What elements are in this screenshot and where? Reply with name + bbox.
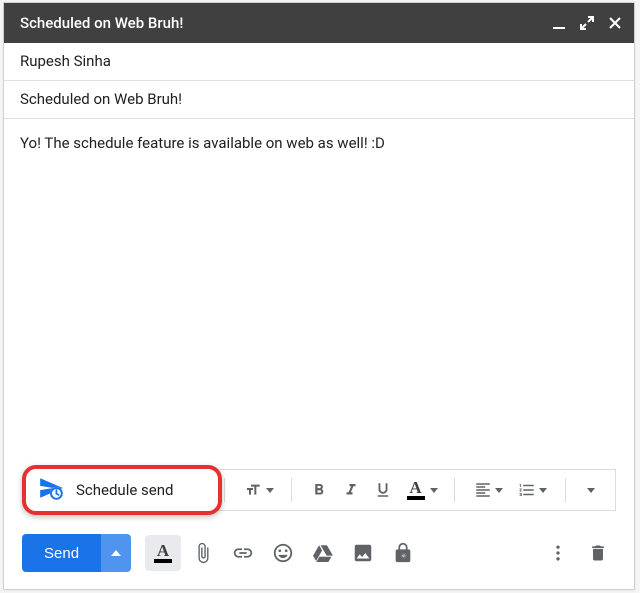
schedule-send-menu-item[interactable]: Schedule send <box>22 465 222 515</box>
send-options-button[interactable] <box>101 534 131 572</box>
more-formatting-dropdown[interactable] <box>574 475 604 505</box>
align-dropdown[interactable] <box>467 475 509 505</box>
send-button-group: Send <box>22 534 131 572</box>
insert-emoji-button[interactable] <box>265 535 301 571</box>
compose-header: Scheduled on Web Bruh! <box>4 3 634 43</box>
text-color-dropdown[interactable]: A <box>400 475 442 505</box>
window-controls <box>552 16 622 30</box>
formatting-options-button[interactable]: A <box>145 535 181 571</box>
insert-link-button[interactable] <box>225 535 261 571</box>
confidential-mode-button[interactable] <box>385 535 421 571</box>
bold-button[interactable] <box>304 475 334 505</box>
minimize-icon[interactable] <box>552 16 566 30</box>
compose-window: Scheduled on Web Bruh! Rupesh Sinha Sche… <box>3 2 635 590</box>
schedule-send-icon <box>38 475 64 505</box>
font-size-dropdown[interactable] <box>237 475 279 505</box>
arrow-up-icon <box>111 550 121 556</box>
close-icon[interactable] <box>608 16 622 30</box>
bottom-toolbar: Send A <box>4 517 634 589</box>
discard-draft-button[interactable] <box>580 535 616 571</box>
expand-icon[interactable] <box>580 16 594 30</box>
recipient-field[interactable]: Rupesh Sinha <box>4 43 634 81</box>
schedule-send-label: Schedule send <box>76 481 173 499</box>
attach-file-button[interactable] <box>185 535 221 571</box>
insert-photo-button[interactable] <box>345 535 381 571</box>
subject-field[interactable]: Scheduled on Web Bruh! <box>4 81 634 119</box>
compose-title: Scheduled on Web Bruh! <box>20 14 552 32</box>
send-button[interactable]: Send <box>22 534 101 572</box>
underline-button[interactable] <box>368 475 398 505</box>
list-dropdown[interactable] <box>511 475 553 505</box>
italic-button[interactable] <box>336 475 366 505</box>
insert-drive-button[interactable] <box>305 535 341 571</box>
more-options-button[interactable] <box>540 535 576 571</box>
